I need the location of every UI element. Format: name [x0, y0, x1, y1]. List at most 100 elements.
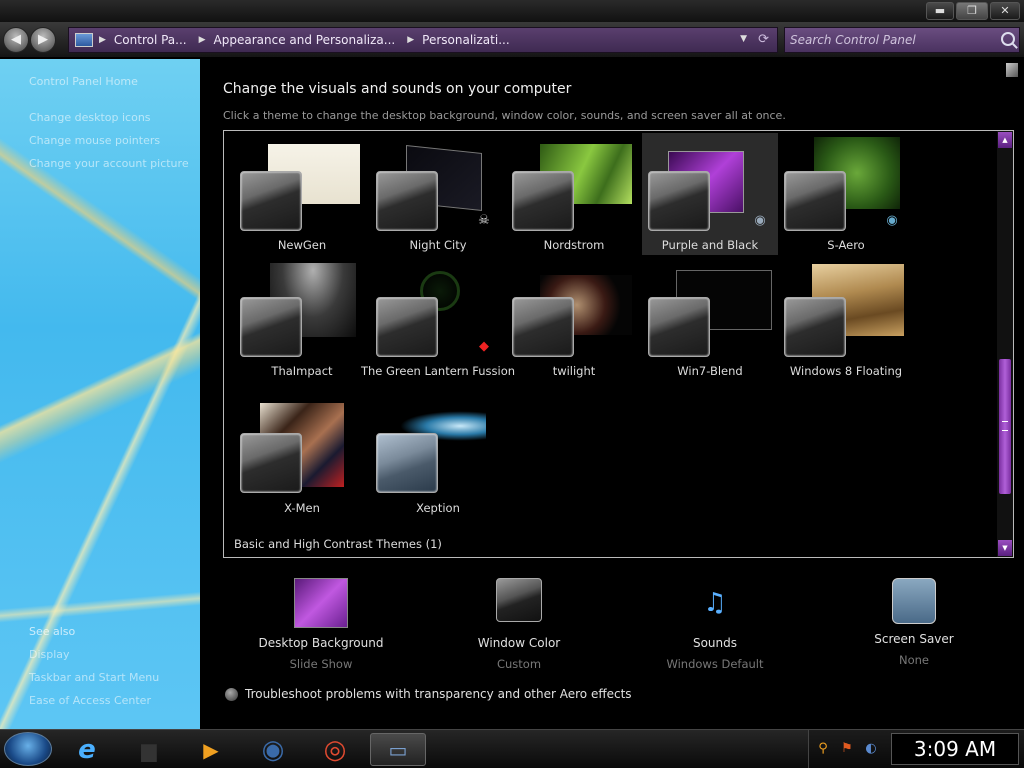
window-color-setting[interactable]: Window Color Custom — [434, 578, 604, 671]
setting-value: Windows Default — [666, 657, 764, 671]
troubleshoot-label: Troubleshoot problems with transparency … — [245, 687, 632, 701]
alien-icon: ◉ — [754, 213, 766, 228]
theme-list-scrollbar[interactable]: ▲ ▼ — [997, 131, 1013, 557]
minimize-button[interactable]: ▬ — [926, 2, 954, 20]
theme-x-men[interactable]: X-Men — [224, 397, 356, 519]
page-title: Change the visuals and sounds on your co… — [223, 81, 572, 97]
color-swatch — [376, 171, 438, 231]
chevron-right-icon[interactable]: ▶ — [199, 35, 206, 45]
theme-win7-blend[interactable]: Win7-Blend — [632, 257, 772, 379]
see-also-heading: See also — [29, 625, 76, 638]
taskbar-start-menu-link[interactable]: Taskbar and Start Menu — [29, 671, 159, 684]
network-tray-icon[interactable]: ◐ — [863, 741, 879, 757]
theme-label: The Green Lantern Fussion — [360, 364, 516, 378]
theme-label: Windows 8 Floating — [789, 364, 903, 378]
color-swatch — [376, 297, 438, 357]
theme-nordstrom[interactable]: Nordstrom — [496, 131, 632, 253]
scroll-down-button[interactable]: ▼ — [998, 540, 1012, 556]
color-swatch — [648, 171, 710, 231]
flag-tray-icon[interactable]: ⚑ — [839, 741, 855, 757]
help-icon — [225, 687, 238, 701]
troubleshoot-link[interactable]: Troubleshoot problems with transparency … — [225, 687, 632, 701]
folder-icon[interactable]: ▆ — [124, 733, 174, 766]
clock[interactable]: 3:09 AM — [891, 733, 1019, 765]
theme-label: Xeption — [416, 501, 460, 515]
forward-button[interactable]: ▶ — [30, 27, 56, 53]
window-color-icon — [496, 578, 542, 622]
scroll-up-button[interactable]: ▲ — [998, 132, 1012, 148]
sounds-setting[interactable]: ♫ Sounds Windows Default — [630, 578, 800, 671]
refresh-icon[interactable]: ⟳ — [758, 32, 769, 47]
theme-purple-and-black[interactable]: ◉ Purple and Black — [642, 133, 778, 255]
theme-green-lantern[interactable]: ◆ The Green Lantern Fussion — [360, 257, 515, 379]
theme-label: S-Aero — [827, 238, 865, 252]
color-swatch — [512, 297, 574, 357]
media-player-icon[interactable]: ▶ — [186, 733, 236, 766]
setting-label: Desktop Background — [258, 636, 384, 650]
chevron-right-icon[interactable]: ▶ — [99, 35, 106, 45]
control-panel-app-icon[interactable]: ▭ — [370, 733, 426, 766]
color-swatch — [240, 297, 302, 357]
theme-windows-8-floating[interactable]: Windows 8 Floating — [768, 257, 904, 379]
color-swatch — [784, 297, 846, 357]
badge-icon: ◆ — [479, 339, 489, 354]
theme-label: twilight — [552, 364, 596, 378]
breadcrumb-control-panel[interactable]: Control Pa... — [114, 33, 187, 47]
color-swatch — [784, 171, 846, 231]
main-content: Change the visuals and sounds on your co… — [200, 59, 1024, 729]
theme-twilight[interactable]: twilight — [496, 257, 632, 379]
theme-label: X-Men — [284, 501, 320, 515]
setting-label: Window Color — [477, 636, 561, 650]
display-link[interactable]: Display — [29, 648, 70, 661]
close-button[interactable]: ✕ — [990, 2, 1020, 20]
title-bar: ▬ ❐ ✕ — [0, 0, 1024, 22]
scroll-thumb[interactable] — [999, 359, 1011, 494]
desktop-background-setting[interactable]: Desktop Background Slide Show — [236, 578, 406, 671]
screen-saver-setting[interactable]: Screen Saver None — [829, 578, 999, 667]
search-input[interactable] — [787, 30, 997, 50]
theme-s-aero[interactable]: ◉ S-Aero — [768, 131, 900, 253]
setting-value: Slide Show — [289, 657, 353, 671]
theme-thaimpact[interactable]: ThaImpact — [224, 257, 356, 379]
skull-icon: ☠ — [478, 213, 490, 228]
theme-label: Win7-Blend — [677, 364, 743, 378]
setting-label: Screen Saver — [874, 632, 954, 646]
system-tray: ⚲ ⚑ ◐ 3:09 AM — [808, 730, 1024, 768]
theme-xeption[interactable]: Xeption — [360, 397, 492, 519]
globe-app-icon[interactable]: ◉ — [248, 733, 298, 766]
setting-value: None — [898, 653, 929, 667]
breadcrumb-personalization[interactable]: Personalizati... — [422, 33, 509, 47]
breadcrumb-appearance[interactable]: Appearance and Personaliza... — [214, 33, 396, 47]
setting-label: Sounds — [692, 636, 738, 650]
theme-label: Night City — [409, 238, 467, 252]
sounds-icon: ♫ — [703, 588, 727, 618]
back-button[interactable]: ◀ — [3, 27, 29, 53]
change-desktop-icons-link[interactable]: Change desktop icons — [29, 111, 151, 124]
color-swatch — [648, 297, 710, 357]
color-swatch — [512, 171, 574, 231]
control-panel-home-link[interactable]: Control Panel Home — [29, 75, 138, 88]
start-button[interactable] — [4, 732, 52, 766]
theme-list: NewGen ☠ Night City Nordstrom ◉ Purple a… — [223, 130, 1014, 558]
taskbar: e ▆ ▶ ◉ ◎ ▭ ⚲ ⚑ ◐ 3:09 AM — [0, 729, 1024, 768]
theme-label: NewGen — [277, 238, 327, 252]
internet-explorer-icon[interactable]: e — [62, 733, 112, 766]
search-box[interactable] — [784, 27, 1020, 53]
color-swatch — [376, 433, 438, 493]
ease-of-access-link[interactable]: Ease of Access Center — [29, 694, 151, 707]
chevron-right-icon[interactable]: ▶ — [407, 35, 414, 45]
chevron-down-icon[interactable]: ▼ — [740, 34, 747, 44]
maximize-button[interactable]: ❐ — [956, 2, 988, 20]
theme-newgen[interactable]: NewGen — [224, 131, 360, 253]
basic-high-contrast-group[interactable]: Basic and High Contrast Themes (1) — [234, 537, 442, 551]
address-bar[interactable]: cp ▶ Control Pa... ▶ Appearance and Pers… — [68, 27, 778, 53]
search-icon[interactable] — [1001, 32, 1015, 46]
help-corner-icon[interactable] — [1006, 63, 1018, 77]
theme-night-city[interactable]: ☠ Night City — [360, 131, 492, 253]
search-tray-icon[interactable]: ⚲ — [815, 741, 831, 757]
theme-label: Purple and Black — [661, 238, 759, 252]
chrome-icon[interactable]: ◎ — [310, 733, 360, 766]
change-account-picture-link[interactable]: Change your account picture — [29, 157, 189, 170]
change-mouse-pointers-link[interactable]: Change mouse pointers — [29, 134, 160, 147]
theme-label: Nordstrom — [543, 238, 605, 252]
